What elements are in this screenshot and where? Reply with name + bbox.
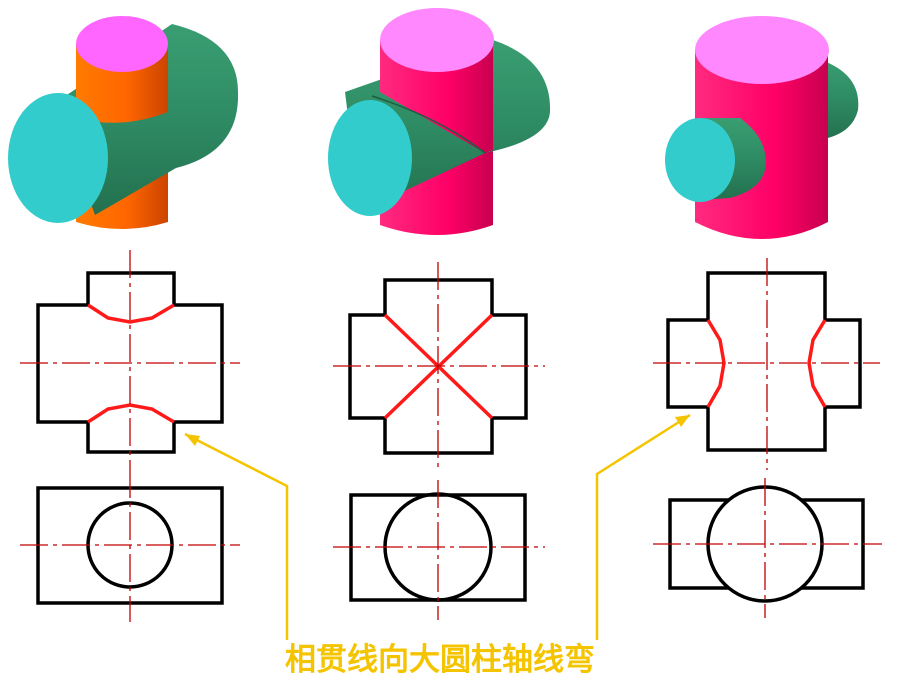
top-face-ellipse [76, 16, 168, 72]
3d-model-small-horizontal [665, 16, 859, 239]
callout-arrow-left [184, 432, 289, 640]
front-view-3 [653, 258, 880, 470]
outline [666, 271, 862, 452]
end-face-ellipse [8, 93, 108, 223]
3d-model-small-vertical [8, 16, 239, 229]
arrowhead-icon [675, 415, 690, 427]
intersection-curve-bottom [87, 403, 175, 424]
end-face-ellipse [328, 100, 412, 216]
top-face-ellipse [695, 16, 829, 84]
intersection-curve-top [87, 303, 175, 324]
top-face-ellipse [380, 8, 494, 72]
arrowhead-icon [185, 434, 200, 446]
top-view-3 [653, 478, 882, 618]
intersecting-cylinders-diagram [8, 8, 882, 640]
top-view-1 [20, 470, 240, 622]
front-view-1 [20, 250, 240, 470]
3d-model-equal-diameter [328, 8, 551, 235]
caption-text: 相贯线向大圆柱轴线弯 [285, 642, 595, 678]
callout-arrow-right [595, 413, 691, 640]
front-view-2 [333, 262, 545, 470]
end-face-ellipse [665, 118, 735, 202]
top-view-2 [333, 480, 545, 620]
